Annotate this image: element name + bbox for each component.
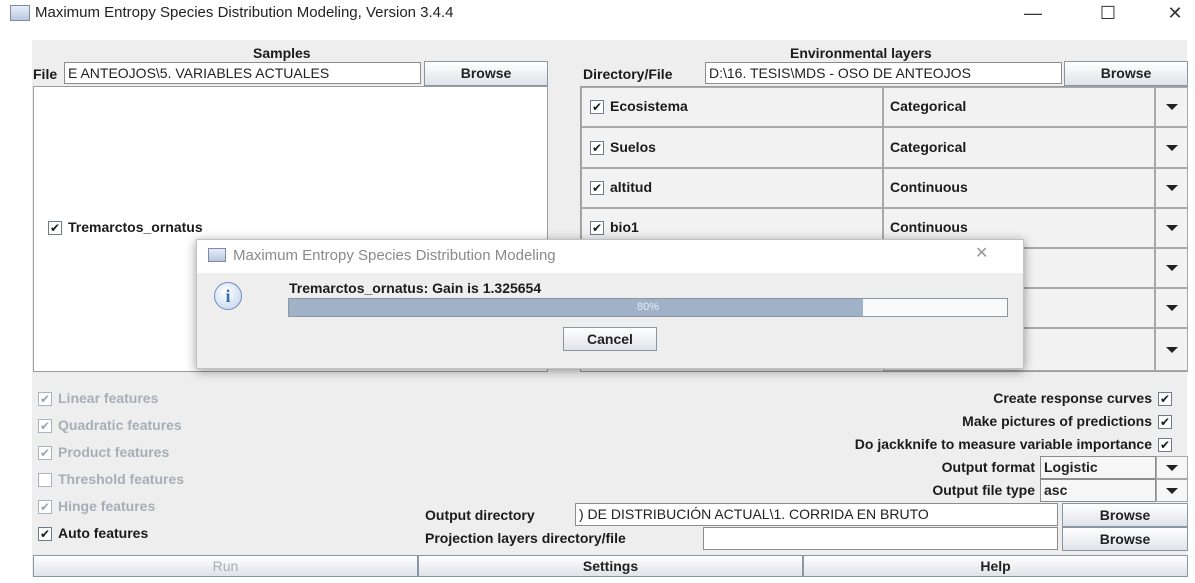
chevron-down-icon	[1166, 465, 1178, 471]
quadratic-features-checkbox[interactable]: ✔	[38, 419, 52, 433]
directory-label: Directory/File	[583, 66, 673, 82]
maximize-button[interactable]: ☐	[1085, 0, 1131, 30]
linear-features-label: Linear features	[58, 390, 159, 406]
layer-checkbox[interactable]: ✔	[590, 141, 604, 155]
linear-features-checkbox[interactable]: ✔	[38, 392, 52, 406]
layer-checkbox[interactable]: ✔	[590, 100, 604, 114]
window-title: Maximum Entropy Species Distribution Mod…	[35, 4, 454, 21]
hinge-features-label: Hinge features	[58, 498, 156, 514]
file-label: File	[33, 66, 58, 82]
dialog-app-icon	[208, 248, 226, 262]
layer-type-value: Continuous	[890, 179, 968, 195]
pictures-checkbox[interactable]: ✔	[1158, 415, 1172, 429]
progress-text: 80%	[636, 301, 660, 313]
output-type-select[interactable]: asc	[1040, 479, 1156, 502]
projection-browse-button[interactable]: Browse	[1062, 527, 1188, 551]
close-button[interactable]: ✕	[1155, 0, 1195, 30]
chevron-down-icon	[1166, 488, 1178, 494]
chevron-down-icon	[1166, 305, 1178, 311]
layer-type-value: Categorical	[890, 98, 967, 114]
output-type-label: Output file type	[932, 482, 1035, 498]
product-features-checkbox[interactable]: ✔	[38, 446, 52, 460]
progress-bar: 80%	[288, 298, 1008, 317]
layer-name: Ecosistema	[610, 98, 688, 114]
threshold-features-label: Threshold features	[58, 471, 185, 487]
chevron-down-icon	[1166, 104, 1178, 110]
chevron-down-icon	[1166, 265, 1178, 271]
app-icon	[10, 5, 30, 21]
dialog-title: Maximum Entropy Species Distribution Mod…	[233, 247, 556, 264]
help-button[interactable]: Help	[803, 555, 1188, 577]
layer-name: Suelos	[610, 139, 656, 155]
dialog-close-button[interactable]: ✕	[975, 243, 988, 263]
chevron-down-icon	[1166, 225, 1178, 231]
samples-file-field[interactable]: E ANTEOJOS\5. VARIABLES ACTUALES	[64, 62, 421, 84]
jackknife-checkbox[interactable]: ✔	[1158, 438, 1172, 452]
product-features-label: Product features	[58, 444, 170, 460]
jackknife-label: Do jackknife to measure variable importa…	[854, 436, 1152, 452]
output-format-select[interactable]: Logistic	[1040, 456, 1156, 479]
threshold-features-checkbox[interactable]	[38, 473, 52, 487]
info-icon: i	[214, 282, 242, 310]
species-checkbox[interactable]: ✔	[48, 221, 62, 235]
dialog-message: Tremarctos_ornatus: Gain is 1.325654	[289, 280, 542, 296]
layer-name: bio1	[610, 219, 639, 235]
projection-field[interactable]	[703, 527, 1058, 550]
layer-type-value: Categorical	[890, 139, 967, 155]
response-curves-label: Create response curves	[993, 390, 1152, 406]
auto-features-label: Auto features	[58, 525, 149, 541]
hinge-features-checkbox[interactable]: ✔	[38, 500, 52, 514]
cancel-button[interactable]: Cancel	[563, 327, 657, 351]
layer-checkbox[interactable]: ✔	[590, 181, 604, 195]
minimize-button[interactable]: —	[1010, 0, 1056, 30]
layer-type-value: Continuous	[890, 219, 968, 235]
pictures-label: Make pictures of predictions	[962, 413, 1152, 429]
output-directory-field[interactable]: ) DE DISTRIBUCIÓN ACTUAL\1. CORRIDA EN B…	[575, 503, 1058, 526]
auto-features-checkbox[interactable]: ✔	[38, 527, 52, 541]
output-format-label: Output format	[941, 459, 1035, 475]
chevron-down-icon	[1166, 347, 1178, 353]
layers-browse-button[interactable]: Browse	[1064, 61, 1188, 86]
output-directory-label: Output directory	[425, 507, 535, 523]
run-button[interactable]: Run	[33, 555, 418, 577]
samples-browse-button[interactable]: Browse	[424, 61, 548, 86]
output-browse-button[interactable]: Browse	[1062, 503, 1188, 527]
layer-checkbox[interactable]: ✔	[590, 221, 604, 235]
response-curves-checkbox[interactable]: ✔	[1158, 392, 1172, 406]
samples-heading: Samples	[253, 45, 311, 61]
environmental-heading: Environmental layers	[790, 45, 932, 61]
layers-directory-field[interactable]: D:\16. TESIS\MDS - OSO DE ANTEOJOS	[705, 62, 1062, 84]
species-label: Tremarctos_ornatus	[68, 219, 203, 235]
projection-label: Projection layers directory/file	[425, 530, 626, 546]
chevron-down-icon	[1166, 185, 1178, 191]
quadratic-features-label: Quadratic features	[58, 417, 182, 433]
settings-button[interactable]: Settings	[418, 555, 803, 577]
layer-name: altitud	[610, 179, 652, 195]
chevron-down-icon	[1166, 145, 1178, 151]
